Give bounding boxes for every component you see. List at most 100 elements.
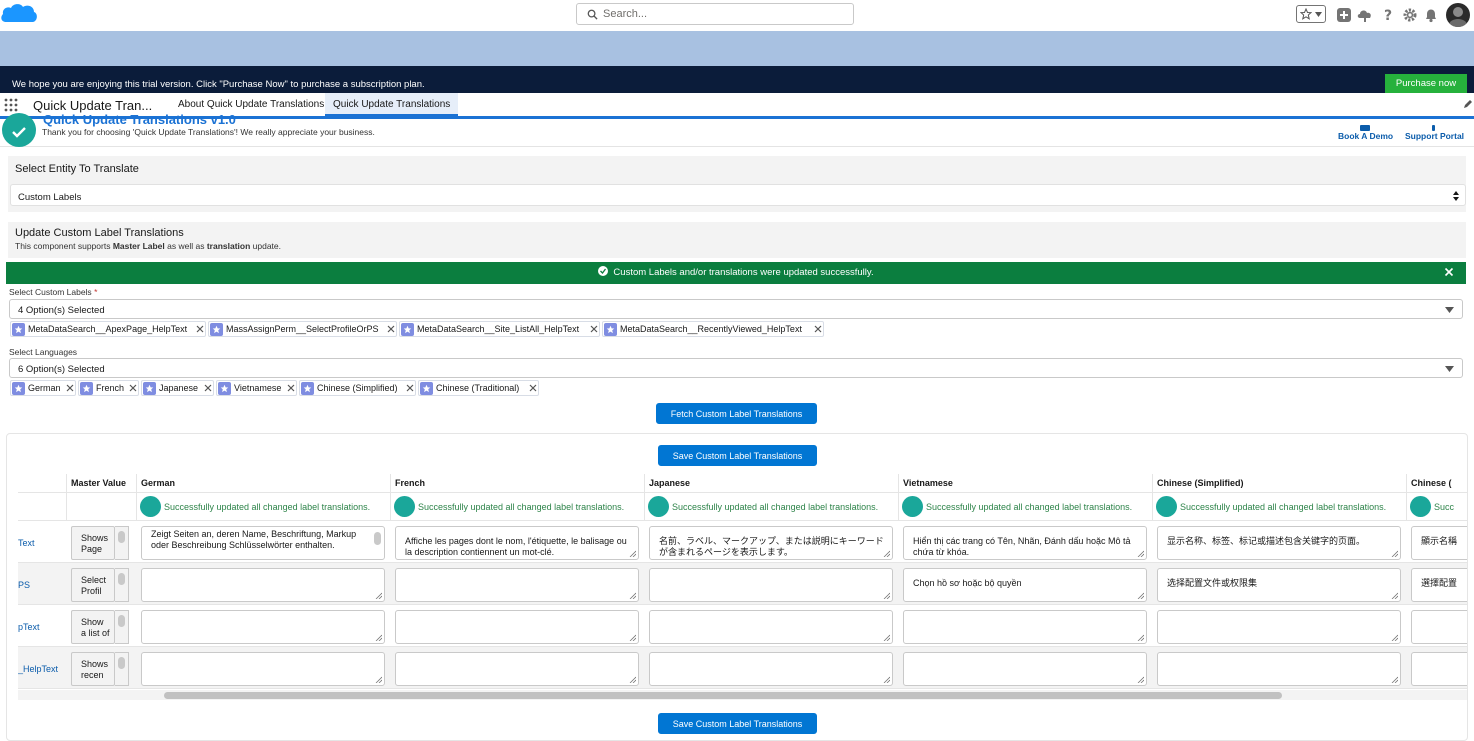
master-value-field[interactable]: Select Profil xyxy=(71,568,115,602)
svg-text:?: ? xyxy=(1384,8,1392,23)
translation-textarea-chinese-traditional[interactable] xyxy=(1411,652,1467,686)
tab-quick-update-translations[interactable]: Quick Update Translations xyxy=(325,93,459,116)
add-icon[interactable] xyxy=(1336,7,1352,23)
remove-pill-icon[interactable] xyxy=(287,384,295,392)
resize-grip-icon[interactable] xyxy=(375,676,382,683)
resize-grip-icon[interactable] xyxy=(1137,592,1144,599)
custom-label-link[interactable]: PS xyxy=(18,580,30,590)
bell-icon[interactable] xyxy=(1423,7,1439,23)
translation-textarea-chinese-traditional[interactable]: 顯示名稱 xyxy=(1411,526,1467,560)
custom-label-link[interactable]: Text xyxy=(18,538,35,548)
support-portal-label: Support Portal xyxy=(1405,131,1465,141)
master-value-field[interactable]: Shows Page xyxy=(71,526,115,560)
translation-textarea-japanese[interactable]: 名前、ラベル、マークアップ、または説明にキーワードが含まれるページを表示します。 xyxy=(649,526,893,560)
translation-textarea-vietnamese[interactable] xyxy=(903,652,1147,686)
translation-textarea-german[interactable]: Zeigt Seiten an, deren Name, Beschriftun… xyxy=(141,526,385,560)
avatar[interactable] xyxy=(1446,3,1470,27)
scrollbar[interactable] xyxy=(115,610,129,644)
check-icon xyxy=(12,127,26,138)
translation-textarea-japanese[interactable] xyxy=(649,652,893,686)
close-icon[interactable] xyxy=(1444,267,1454,277)
translation-textarea-french[interactable] xyxy=(395,610,639,644)
translation-textarea-chinese-traditional[interactable] xyxy=(1411,610,1467,644)
remove-pill-icon[interactable] xyxy=(814,325,822,333)
translation-textarea-german[interactable] xyxy=(141,652,385,686)
master-value-field[interactable]: Shows recen xyxy=(71,652,115,686)
favorites-button[interactable] xyxy=(1296,5,1326,23)
save-translations-button-bottom[interactable]: Save Custom Label Translations xyxy=(658,713,817,734)
translation-textarea-french[interactable] xyxy=(395,652,639,686)
scrollbar[interactable] xyxy=(115,526,129,560)
remove-pill-icon[interactable] xyxy=(406,384,414,392)
resize-grip-icon[interactable] xyxy=(1391,676,1398,683)
page-title: Quick Update Translations v1.0 xyxy=(43,112,236,127)
resize-grip-icon[interactable] xyxy=(1137,676,1144,683)
gear-icon[interactable] xyxy=(1402,7,1418,23)
entity-select-value: Custom Labels xyxy=(18,192,82,203)
app-launcher-icon[interactable] xyxy=(4,98,18,112)
scrollbar[interactable] xyxy=(115,568,129,602)
trial-banner-text: We hope you are enjoying this trial vers… xyxy=(12,79,425,90)
remove-pill-icon[interactable] xyxy=(387,325,395,333)
resize-grip-icon[interactable] xyxy=(629,592,636,599)
translation-textarea-german[interactable] xyxy=(141,610,385,644)
horizontal-scrollbar[interactable] xyxy=(18,690,1467,700)
edit-nav-icon[interactable] xyxy=(1463,99,1473,109)
translation-textarea-chinese-simplified[interactable] xyxy=(1157,652,1401,686)
fetch-translations-button[interactable]: Fetch Custom Label Translations xyxy=(656,403,817,424)
custom-label-link[interactable]: _HelpText xyxy=(18,664,58,674)
remove-pill-icon[interactable] xyxy=(196,325,204,333)
resize-grip-icon[interactable] xyxy=(1391,592,1398,599)
global-search[interactable] xyxy=(576,3,854,25)
translation-textarea-japanese[interactable] xyxy=(649,568,893,602)
languages-combobox[interactable]: 6 Option(s) Selected xyxy=(9,358,1463,378)
resize-grip-icon[interactable] xyxy=(375,592,382,599)
resize-grip-icon[interactable] xyxy=(1137,634,1144,641)
remove-pill-icon[interactable] xyxy=(66,384,74,392)
resize-grip-icon[interactable] xyxy=(883,676,890,683)
success-status-icon xyxy=(902,496,923,517)
translation-textarea-french[interactable]: Affiche les pages dont le nom, l'étiquet… xyxy=(395,526,639,560)
purchase-now-button[interactable]: Purchase now xyxy=(1385,74,1467,93)
support-portal-link[interactable]: Support Portal xyxy=(1405,125,1465,141)
remove-pill-icon[interactable] xyxy=(529,384,537,392)
master-value-field[interactable]: Show a list of xyxy=(71,610,115,644)
french-column-header: French xyxy=(391,474,645,493)
resize-grip-icon[interactable] xyxy=(883,592,890,599)
save-translations-button-top[interactable]: Save Custom Label Translations xyxy=(658,445,817,466)
remove-pill-icon[interactable] xyxy=(590,325,598,333)
translation-textarea-chinese-simplified[interactable]: 显示名称、标签、标记或描述包含关键字的页面。 xyxy=(1157,526,1401,560)
resize-grip-icon[interactable] xyxy=(883,634,890,641)
scrollbar[interactable] xyxy=(115,652,129,686)
scrollbar-thumb[interactable] xyxy=(164,692,1282,699)
salesforce-logo[interactable] xyxy=(0,2,38,28)
custom-label-link[interactable]: pText xyxy=(18,622,40,632)
translation-textarea-vietnamese[interactable]: Hiển thị các trang có Tên, Nhãn, Đánh dấ… xyxy=(903,526,1147,560)
success-status-icon xyxy=(140,496,161,517)
translation-textarea-vietnamese[interactable] xyxy=(903,610,1147,644)
resize-grip-icon[interactable] xyxy=(629,550,636,557)
translation-textarea-chinese-traditional[interactable]: 選擇配置 xyxy=(1411,568,1467,602)
resize-grip-icon[interactable] xyxy=(1391,550,1398,557)
book-a-demo-link[interactable]: Book A Demo xyxy=(1338,125,1393,141)
translation-textarea-chinese-simplified[interactable] xyxy=(1157,610,1401,644)
translation-textarea-vietnamese[interactable]: Chọn hồ sơ hoặc bộ quyền xyxy=(903,568,1147,602)
scrollbar[interactable] xyxy=(373,530,382,558)
resize-grip-icon[interactable] xyxy=(883,550,890,557)
translation-textarea-german[interactable] xyxy=(141,568,385,602)
remove-pill-icon[interactable] xyxy=(129,384,137,392)
resize-grip-icon[interactable] xyxy=(1137,550,1144,557)
remove-pill-icon[interactable] xyxy=(204,384,212,392)
resize-grip-icon[interactable] xyxy=(629,676,636,683)
resize-grip-icon[interactable] xyxy=(375,634,382,641)
search-input[interactable] xyxy=(603,6,843,22)
trailhead-icon[interactable] xyxy=(1357,7,1373,23)
entity-select[interactable]: Custom Labels xyxy=(10,184,1466,206)
resize-grip-icon[interactable] xyxy=(629,634,636,641)
translation-textarea-japanese[interactable] xyxy=(649,610,893,644)
custom-labels-combobox[interactable]: 4 Option(s) Selected xyxy=(9,299,1463,319)
resize-grip-icon[interactable] xyxy=(1391,634,1398,641)
help-icon[interactable]: ? xyxy=(1380,7,1396,23)
translation-textarea-chinese-simplified[interactable]: 选择配置文件或权限集 xyxy=(1157,568,1401,602)
translation-textarea-french[interactable] xyxy=(395,568,639,602)
